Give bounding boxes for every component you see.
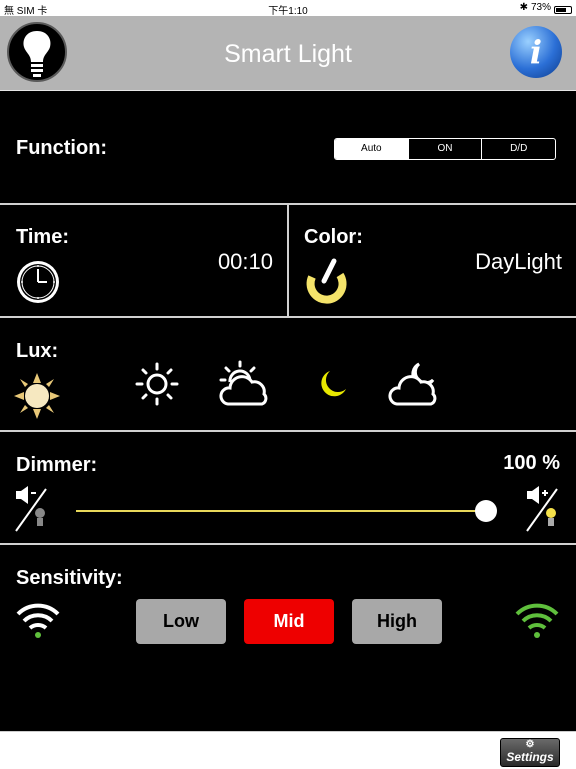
navigation-bar: Smart Light i	[0, 16, 576, 91]
gear-icon: ⚙	[525, 739, 535, 750]
divider	[0, 316, 576, 318]
bright-sun-icon[interactable]	[14, 373, 60, 419]
moon-cloud-icon[interactable]	[388, 360, 443, 410]
clock-icon[interactable]	[15, 259, 61, 305]
function-segmented-control: Auto ON D/D	[334, 138, 556, 160]
function-option-dd[interactable]: D/D	[481, 139, 555, 159]
dimmer-value: 100 %	[503, 452, 560, 474]
function-option-on[interactable]: ON	[407, 139, 482, 159]
clock-label: 下午1:10	[268, 6, 308, 17]
lux-label: Lux:	[16, 340, 59, 362]
info-button[interactable]: i	[510, 26, 562, 78]
battery-percent: 73%	[530, 2, 551, 13]
divider	[0, 430, 576, 432]
settings-button[interactable]: ⚙ Settings	[500, 738, 560, 767]
dim-up-icon[interactable]	[525, 485, 565, 533]
sensitivity-label: Sensitivity:	[16, 567, 123, 589]
function-option-auto[interactable]: Auto	[335, 139, 408, 159]
dimmer-slider-track[interactable]	[76, 510, 486, 512]
dimmer-slider-handle[interactable]	[475, 500, 497, 522]
time-label: Time:	[16, 226, 69, 248]
wifi-low-icon	[16, 603, 60, 638]
sun-cloud-icon[interactable]	[218, 360, 272, 410]
moon-icon[interactable]	[316, 367, 350, 401]
dimmer-label: Dimmer:	[16, 454, 98, 476]
dim-down-icon[interactable]	[14, 485, 54, 533]
function-label: Function:	[16, 137, 108, 159]
settings-label: Settings	[506, 750, 554, 764]
time-value: 00:10	[217, 249, 273, 274]
divider-vertical	[287, 205, 289, 316]
page-title: Smart Light	[224, 40, 352, 68]
sun-icon[interactable]	[134, 361, 180, 407]
color-dial-icon[interactable]	[302, 257, 348, 304]
battery-indicator: ✱ 73%	[519, 2, 572, 14]
color-value: DayLight	[475, 249, 562, 274]
battery-icon	[554, 5, 572, 14]
status-bar: 無 SIM 卡 下午1:10 ✱ 73%	[0, 0, 576, 17]
info-icon: i	[529, 33, 543, 71]
color-label: Color:	[304, 226, 363, 248]
sensitivity-low-button[interactable]: Low	[136, 599, 226, 644]
sensitivity-high-button[interactable]: High	[352, 599, 442, 644]
sensitivity-mid-button[interactable]: Mid	[244, 599, 334, 644]
divider	[0, 543, 576, 545]
wifi-high-icon	[515, 603, 559, 638]
bluetooth-icon: ✱	[519, 2, 528, 13]
bottom-toolbar: ⚙ Settings	[0, 731, 576, 769]
